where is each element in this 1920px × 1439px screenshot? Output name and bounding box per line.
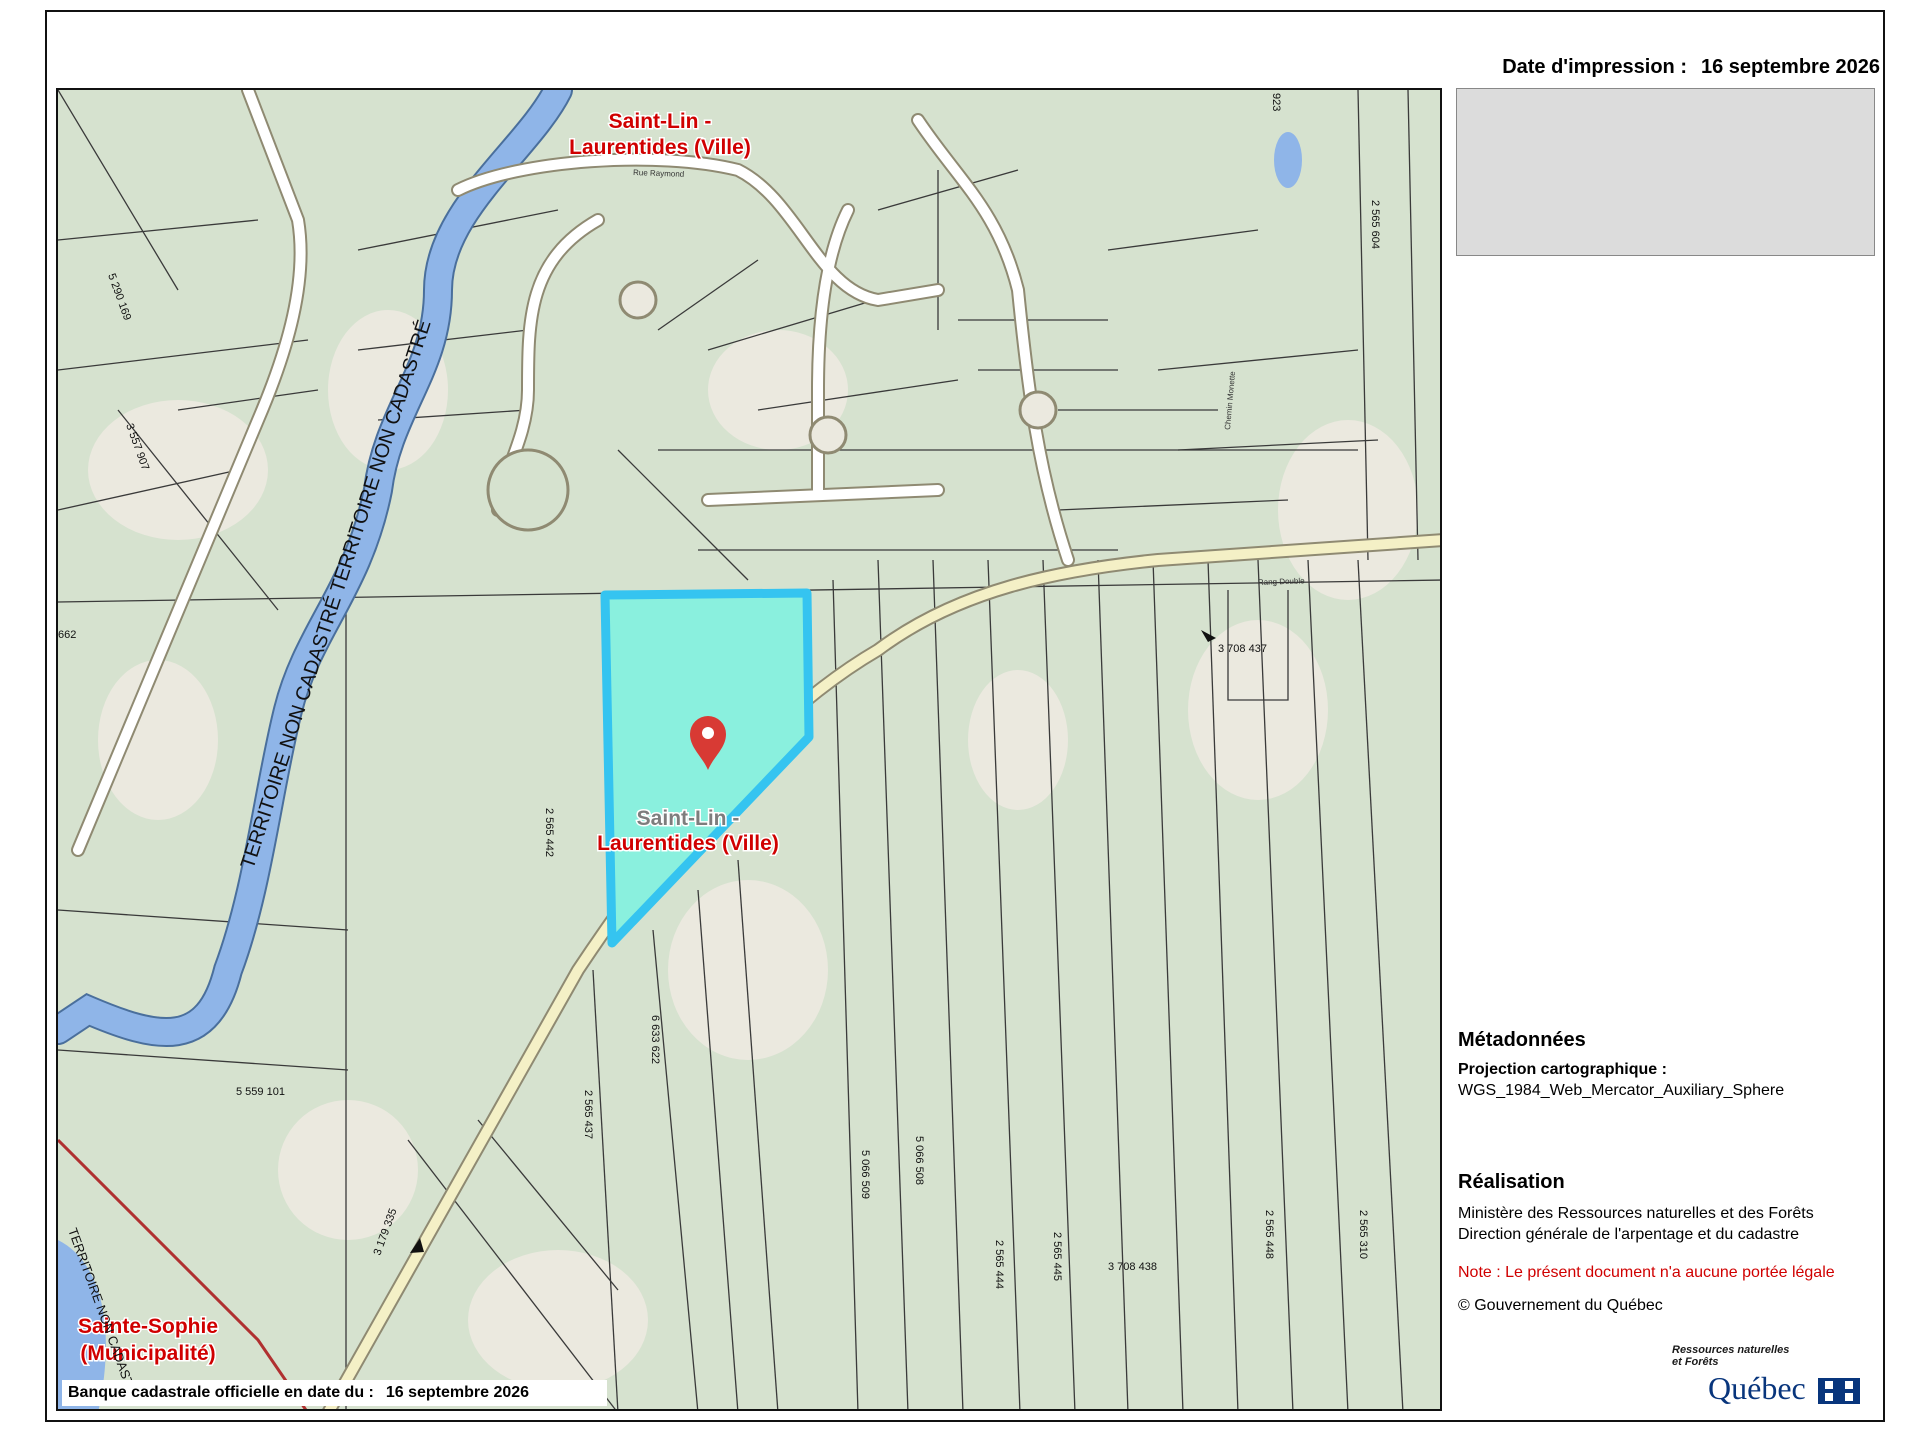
cadastre-date: Banque cadastrale officielle en date du … (62, 1380, 607, 1406)
lot-number: 2 565 444 (993, 1240, 1005, 1289)
legal-note: Note : Le présent document n'a aucune po… (1458, 1264, 1835, 1281)
lot-number: 5 290 169 (105, 272, 133, 322)
fleur-de-lis-flag-icon (1818, 1378, 1860, 1404)
street-label: Chemin Monette (1223, 370, 1237, 430)
lot-pointer-arrow-icon (1201, 630, 1216, 642)
realisation-title: Réalisation (1458, 1171, 1565, 1193)
projection-value: WGS_1984_Web_Mercator_Auxiliary_Sphere (1458, 1082, 1785, 1099)
quebec-logo: Ressources naturelles et Forêts Québec (1672, 1344, 1862, 1406)
lot-number: 6 633 622 (649, 1015, 661, 1064)
municipality-label-line1: Saint-Lin - (609, 110, 712, 133)
municipality-label-line2: Laurentides (Ville) (597, 832, 779, 855)
lot-number: 2 565 604 (1369, 200, 1381, 249)
metadata-section: Métadonnées Projection cartographique : … (1458, 1030, 1878, 1101)
projection-label: Projection cartographique : (1458, 1061, 1667, 1078)
street-label: Rang Double (1258, 576, 1306, 587)
lot-number: 2 565 445 (1051, 1232, 1063, 1281)
lot-number: 2 565 310 (1357, 1210, 1369, 1259)
ministry-name: Ministère des Ressources naturelles et d… (1458, 1205, 1814, 1222)
cadastre-date-label: Banque cadastrale officielle en date du … (68, 1384, 374, 1401)
cadastre-date-value: 16 septembre 2026 (385, 1384, 530, 1401)
lot-number: 5 066 509 (859, 1150, 871, 1199)
print-date: Date d'impression : 16 septembre 2026 (1502, 56, 1880, 79)
lot-number: 3 708 437 (1218, 643, 1267, 655)
direction-name: Direction générale de l'arpentage et du … (1458, 1226, 1800, 1243)
logo-line1: Ressources naturelles (1672, 1344, 1790, 1356)
copyright: © Gouvernement du Québec (1458, 1297, 1663, 1314)
lot-number: 923 (1270, 93, 1282, 111)
logo-name: Québec (1708, 1370, 1806, 1406)
street-label: Rue Raymond (633, 168, 684, 179)
lot-number: 662 (58, 629, 76, 641)
lot-number: 2 565 448 (1263, 1210, 1275, 1259)
cadastral-map[interactable]: Saint-Lin - Laurentides (Ville) Saint-Li… (56, 88, 1442, 1411)
lot-number: 5 066 508 (913, 1136, 925, 1185)
lot-number: 2 565 442 (543, 808, 555, 857)
logo-line2: et Forêts (1672, 1356, 1719, 1368)
metadata-title: Métadonnées (1458, 1029, 1586, 1051)
pond (1274, 132, 1302, 188)
realisation-section: Réalisation Ministère des Ressources nat… (1458, 1172, 1878, 1316)
river-outline (58, 90, 573, 1047)
lot-number: 5 559 101 (236, 1086, 285, 1098)
print-date-value: 16 septembre 2026 (1700, 56, 1880, 78)
lot-number: 2 565 437 (582, 1090, 594, 1139)
municipality-label-line1: Saint-Lin - (637, 807, 740, 830)
municipality-label-line2: Laurentides (Ville) (569, 136, 751, 159)
print-date-label: Date d'impression : (1502, 56, 1687, 78)
legend-placeholder (1456, 88, 1875, 256)
municipality-label-line2: (Municipalité) (80, 1342, 215, 1365)
lot-number: 3 708 438 (1108, 1261, 1157, 1273)
river (58, 90, 571, 1045)
map-canvas: Saint-Lin - Laurentides (Ville) Saint-Li… (58, 90, 1440, 1409)
